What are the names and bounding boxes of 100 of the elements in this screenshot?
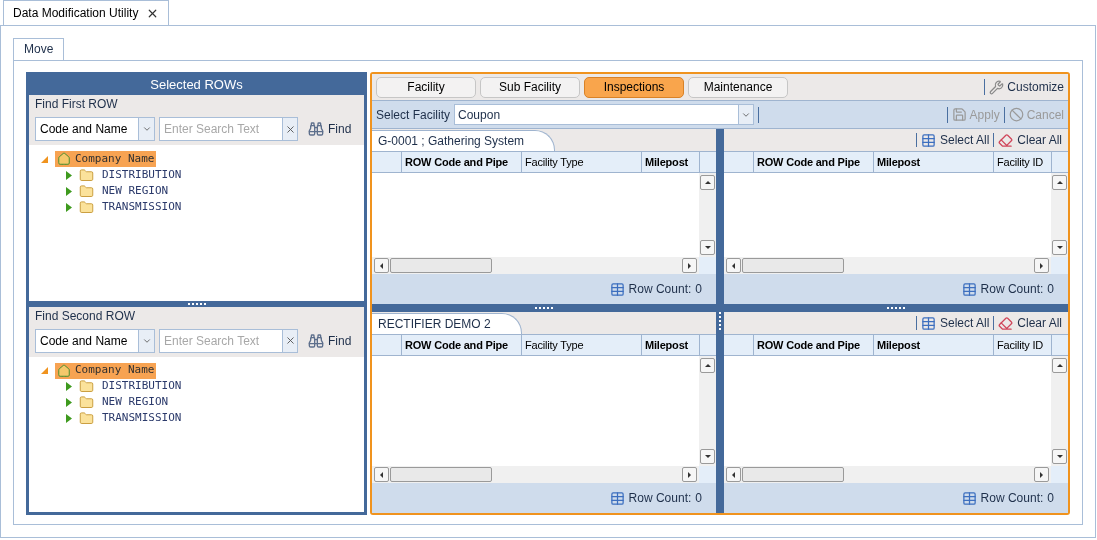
column-header[interactable]: ROW Code and Pipe — [754, 152, 874, 172]
tree-item[interactable]: Company Name — [55, 151, 157, 167]
scroll-down-button[interactable] — [700, 240, 715, 255]
folder-icon — [79, 411, 94, 426]
clear-all-button[interactable]: Clear All — [998, 131, 1062, 149]
column-header[interactable]: Milepost — [642, 335, 700, 355]
horizontal-scrollbar[interactable] — [724, 257, 1051, 274]
collapsed-arrow-icon[interactable] — [65, 170, 73, 180]
column-header[interactable]: Facility Type — [522, 335, 642, 355]
column-header[interactable]: Facility Type — [522, 152, 642, 172]
category-tab[interactable]: Sub Facility — [480, 76, 580, 98]
tree-item[interactable]: Company Name — [55, 362, 157, 379]
clear-search-button[interactable] — [282, 328, 298, 353]
clear-search-button[interactable] — [282, 117, 298, 141]
select-all-button[interactable]: Select All — [920, 131, 990, 149]
scroll-left-button[interactable] — [374, 258, 389, 273]
category-tab[interactable]: Inspections — [584, 76, 684, 98]
scroll-down-button[interactable] — [1052, 449, 1067, 464]
customize-button[interactable]: Customize — [989, 78, 1064, 96]
scroll-right-button[interactable] — [1034, 467, 1049, 482]
splitter-grip[interactable] — [187, 302, 206, 305]
eraser-icon — [998, 132, 1014, 148]
document-tab[interactable]: Data Modification Utility — [3, 0, 170, 25]
scrollbar-thumb[interactable] — [742, 258, 844, 273]
row-count-value: 0 — [1047, 490, 1054, 507]
scroll-up-button[interactable] — [1052, 358, 1067, 373]
select-facility-label: Select Facility — [376, 106, 451, 124]
scrollbar-corner — [1051, 466, 1068, 483]
scroll-up-button[interactable] — [1052, 175, 1067, 190]
scroll-down-button[interactable] — [700, 449, 715, 464]
column-header[interactable]: Milepost — [642, 152, 700, 172]
horizontal-scrollbar[interactable] — [372, 257, 699, 274]
eraser-icon — [998, 315, 1014, 331]
scrollbar-thumb[interactable] — [390, 467, 492, 482]
binoculars-icon — [308, 332, 324, 349]
tree-item[interactable]: TRANSMISSION — [100, 199, 184, 215]
scrollbar-thumb[interactable] — [742, 467, 844, 482]
vertical-scrollbar[interactable] — [1051, 173, 1068, 257]
column-header[interactable]: ROW Code and Pipe — [402, 335, 522, 355]
folder-icon — [79, 379, 94, 394]
column-header[interactable]: ROW Code and Pipe — [754, 335, 874, 355]
column-header[interactable]: Facility ID — [994, 152, 1052, 172]
collapsed-arrow-icon[interactable] — [65, 414, 73, 423]
scrollbar-corner — [699, 257, 716, 274]
collapsed-arrow-icon[interactable] — [65, 398, 73, 407]
scrollbar-thumb[interactable] — [390, 258, 492, 273]
column-header[interactable]: Milepost — [874, 335, 994, 355]
section-title: Find First ROW — [34, 96, 119, 113]
scrollbar-corner — [699, 466, 716, 483]
vertical-scrollbar[interactable] — [699, 356, 716, 466]
grid-caption-tab[interactable]: G-0001 ; Gathering System — [372, 130, 556, 151]
category-tab[interactable]: Facility — [376, 76, 476, 98]
find-button[interactable]: Find — [308, 120, 352, 138]
row-count-label: Row Count: — [980, 281, 1044, 298]
home-icon — [57, 363, 71, 378]
collapsed-arrow-icon[interactable] — [65, 186, 73, 196]
find-button[interactable]: Find — [308, 331, 352, 350]
folder-icon — [79, 199, 94, 215]
arrow-icon — [703, 178, 712, 187]
vertical-scrollbar[interactable] — [1051, 356, 1068, 466]
search-by-dropdown[interactable]: Code and Name — [35, 328, 155, 353]
vertical-scrollbar[interactable] — [699, 173, 716, 257]
tree-item[interactable]: NEW REGION — [100, 183, 171, 199]
home-icon — [57, 152, 71, 166]
cancel-icon — [1008, 107, 1024, 122]
section-title: Find Second ROW — [34, 307, 137, 325]
scroll-right-button[interactable] — [682, 258, 697, 273]
tree-item[interactable]: DISTRIBUTION — [100, 167, 184, 183]
table-icon — [920, 132, 936, 148]
scroll-left-button[interactable] — [374, 467, 389, 482]
scroll-up-button[interactable] — [700, 358, 715, 373]
tree-item[interactable]: NEW REGION — [100, 394, 171, 411]
scroll-left-button[interactable] — [726, 258, 741, 273]
row-count-value: 0 — [695, 490, 702, 507]
column-header[interactable]: ROW Code and Pipe — [402, 152, 522, 172]
scroll-left-button[interactable] — [726, 467, 741, 482]
row-count-value: 0 — [1047, 281, 1054, 298]
clear-all-button[interactable]: Clear All — [998, 314, 1062, 332]
search-field[interactable]: Enter Search Text — [159, 328, 282, 353]
horizontal-scrollbar[interactable] — [724, 466, 1051, 483]
select-all-button[interactable]: Select All — [920, 314, 990, 332]
category-tab[interactable]: Maintenance — [688, 76, 788, 98]
collapsed-arrow-icon[interactable] — [65, 382, 73, 391]
grid-caption-tab[interactable]: RECTIFIER DEMO 2 — [372, 313, 522, 334]
scroll-right-button[interactable] — [1034, 258, 1049, 273]
scroll-down-button[interactable] — [1052, 240, 1067, 255]
tab[interactable]: Move — [13, 38, 65, 60]
search-by-dropdown[interactable]: Code and Name — [35, 117, 155, 141]
column-header[interactable]: Facility ID — [994, 335, 1052, 355]
tree-item[interactable]: TRANSMISSION — [100, 410, 184, 427]
collapsed-arrow-icon[interactable] — [65, 202, 73, 212]
scroll-up-button[interactable] — [700, 175, 715, 190]
search-field[interactable]: Enter Search Text — [159, 117, 282, 141]
horizontal-scrollbar[interactable] — [372, 466, 699, 483]
table-icon — [920, 315, 936, 331]
tree-item[interactable]: DISTRIBUTION — [100, 378, 184, 395]
scroll-right-button[interactable] — [682, 467, 697, 482]
arrow-icon — [703, 361, 712, 370]
facility-dropdown[interactable]: Coupon — [454, 104, 755, 125]
column-header[interactable]: Milepost — [874, 152, 994, 172]
